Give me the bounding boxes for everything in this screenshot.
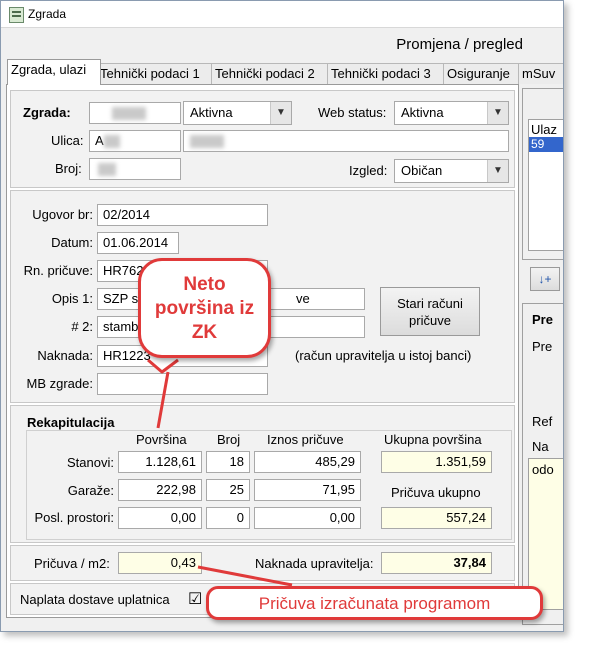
ukupna-povrsina-field[interactable]: 1.351,59 <box>381 451 492 473</box>
izgled-select[interactable]: Običan ▼ <box>394 159 509 183</box>
list-item-selected[interactable]: 59 <box>529 137 563 152</box>
side-title: Pre <box>532 312 553 327</box>
web-status-label: Web status: <box>318 105 387 120</box>
main-window: Zgrada Promjena / pregled Zgrada, ulazi … <box>0 0 564 632</box>
ulica-prefix: A <box>95 133 104 148</box>
chevron-down-icon[interactable]: ▼ <box>270 102 291 124</box>
recap-group: Rekapitulacija Površina Broj Iznos priču… <box>10 405 515 543</box>
pricuva-callout: Pričuva izračunata programom <box>206 586 543 620</box>
header-ukupna: Ukupna površina <box>384 432 482 447</box>
broj-label: Broj: <box>55 161 82 176</box>
mb-field[interactable] <box>97 373 268 395</box>
mb-label: MB zgrade: <box>26 376 93 391</box>
list-item-number: 59 <box>531 137 545 151</box>
pricuva-m2-field[interactable]: 0,43 <box>118 552 202 574</box>
stari-racuni-button[interactable]: Stari računi pričuve <box>380 287 480 336</box>
opis1-value: SZP s <box>103 291 139 306</box>
web-status-value: Aktivna <box>401 105 444 120</box>
stanovi-povrsina[interactable]: 1.128,61 <box>118 451 202 473</box>
app-icon <box>9 7 24 23</box>
garaze-broj[interactable]: 25 <box>206 479 250 501</box>
status-value: Aktivna <box>190 105 233 120</box>
naknada-note: (račun upravitelja u istoj banci) <box>295 348 472 363</box>
zgrada-code-field[interactable] <box>89 102 181 124</box>
opis2-label: # 2: <box>71 319 93 334</box>
pricuva-ukupno-field[interactable]: 557,24 <box>381 507 492 529</box>
header-broj: Broj <box>217 432 241 447</box>
sort-button[interactable]: ↓+ <box>530 267 560 291</box>
izgled-label: Izgled: <box>349 163 388 178</box>
naknada-upravitelja-label: Naknada upravitelja: <box>255 556 374 571</box>
list-header: Ulaz <box>531 122 558 137</box>
stanovi-broj[interactable]: 18 <box>206 451 250 473</box>
web-status-select[interactable]: Aktivna ▼ <box>394 101 509 125</box>
opis1-tail: ve <box>296 291 310 306</box>
tab-msuv[interactable]: mSuv <box>518 63 563 84</box>
mode-label: Promjena / pregled <box>396 36 523 53</box>
chevron-down-icon[interactable]: ▼ <box>487 102 508 124</box>
poslovni-broj[interactable]: 0 <box>206 507 250 529</box>
tab-tehnicki-1[interactable]: Tehnički podaci 1 <box>96 63 214 84</box>
side-line-2: Ref <box>532 414 553 429</box>
tab-osiguranje[interactable]: Osiguranje <box>443 63 523 84</box>
side-detail-group: Pre Pre Ref Na odo <box>522 303 563 625</box>
poslovni-iznos[interactable]: 0,00 <box>254 507 361 529</box>
tab-tehnicki-2[interactable]: Tehnički podaci 2 <box>211 63 331 84</box>
pricuva-ukupno-label: Pričuva ukupno <box>391 485 481 500</box>
pricuva-m2-label: Pričuva / m2: <box>34 556 110 571</box>
ulica-name-field[interactable] <box>183 130 509 152</box>
ulica-code-field[interactable]: A <box>89 130 181 152</box>
side-line-4: odo <box>532 462 554 477</box>
tab-zgrada-ulazi[interactable]: Zgrada, ulazi <box>7 59 101 85</box>
side-line-1: Pre <box>532 339 553 354</box>
title-bar[interactable]: Zgrada <box>1 1 563 28</box>
broj-field[interactable] <box>89 158 181 180</box>
zgrada-label: Zgrada: <box>23 105 71 120</box>
naknada-upravitelja-field[interactable]: 37,84 <box>381 552 492 574</box>
status-select[interactable]: Aktivna ▼ <box>183 101 292 125</box>
stanovi-iznos[interactable]: 485,29 <box>254 451 361 473</box>
row-label: Posl. prostori: <box>34 510 114 525</box>
neto-callout: Neto površina iz ZK <box>138 258 271 358</box>
building-group: Zgrada: Aktivna ▼ Web status: Aktivna ▼ … <box>10 90 515 188</box>
poslovni-povrsina[interactable]: 0,00 <box>118 507 202 529</box>
ulica-label: Ulica: <box>51 133 84 148</box>
header-iznos: Iznos pričuve <box>267 432 344 447</box>
naplata-label: Naplata dostave uplatnica <box>20 592 170 607</box>
datum-field[interactable]: 01.06.2014 <box>97 232 179 254</box>
row-label: Garaže: <box>67 483 114 498</box>
naplata-checkbox[interactable]: ☑ <box>188 589 202 609</box>
tab-tehnicki-3[interactable]: Tehnički podaci 3 <box>327 63 447 84</box>
row-label: Stanovi: <box>67 455 114 470</box>
ugovor-field[interactable]: 02/2014 <box>97 204 268 226</box>
side-line-3: Na <box>532 439 549 454</box>
naknada-label: Naknada: <box>37 348 93 363</box>
ulazi-list[interactable]: Ulaz 59 <box>528 119 563 251</box>
datum-label: Datum: <box>51 235 93 250</box>
side-list-group: Ulaz 59 <box>522 88 563 260</box>
garaze-iznos[interactable]: 71,95 <box>254 479 361 501</box>
opis1-label: Opis 1: <box>51 291 93 306</box>
recap-title: Rekapitulacija <box>27 415 115 430</box>
totals-group: Pričuva / m2: 0,43 Naknada upravitelja: … <box>10 545 515 581</box>
izgled-value: Običan <box>401 163 443 178</box>
window-title: Zgrada <box>28 7 67 21</box>
chevron-down-icon[interactable]: ▼ <box>487 160 508 182</box>
header-povrsina: Površina <box>136 432 187 447</box>
garaze-povrsina[interactable]: 222,98 <box>118 479 202 501</box>
ugovor-label: Ugovor br: <box>32 207 93 222</box>
racun-label: Rn. pričuve: <box>23 263 93 278</box>
